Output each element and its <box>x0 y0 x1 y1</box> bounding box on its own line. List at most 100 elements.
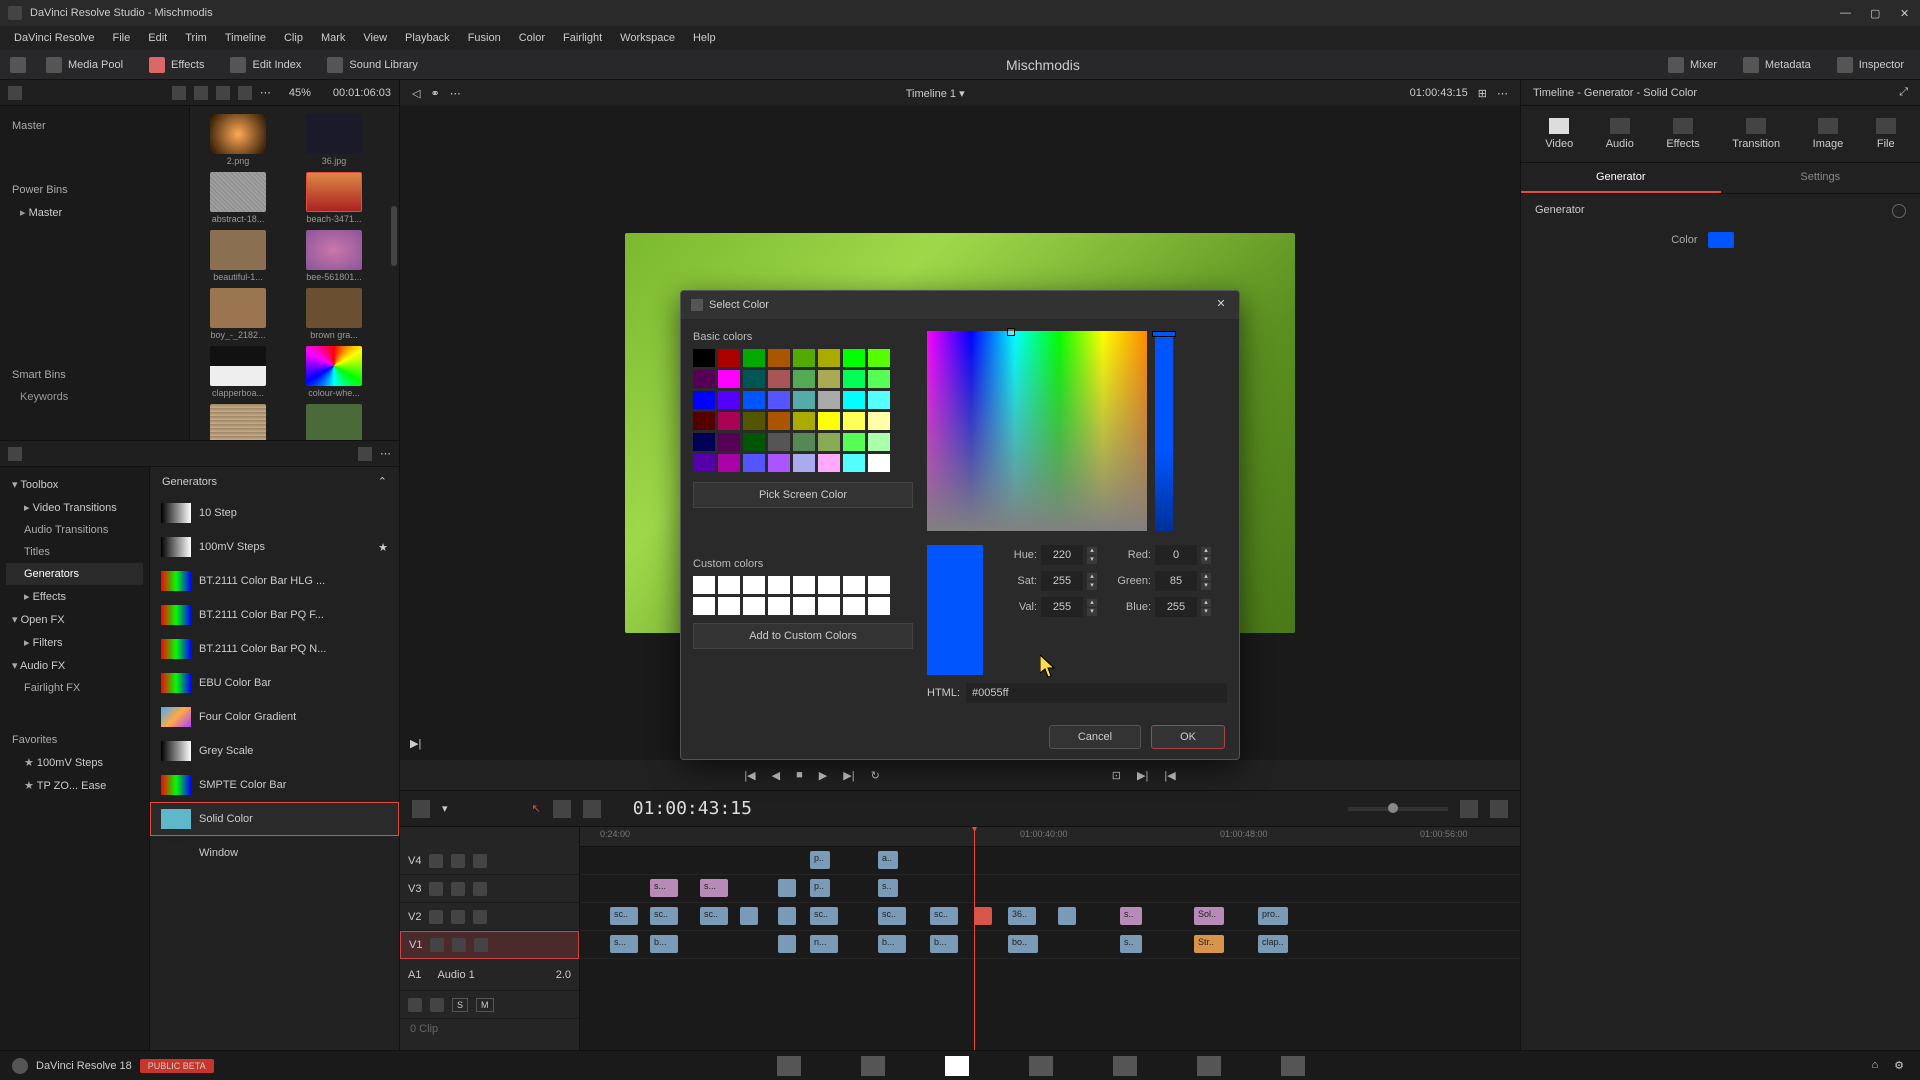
viewer-link-icon[interactable]: ⚭ <box>430 87 439 100</box>
custom-color-cell[interactable] <box>768 576 790 594</box>
fav-100mv[interactable]: ★ 100mV Steps <box>6 751 143 774</box>
metadata-button[interactable]: Metadata <box>1737 53 1817 77</box>
fx-filters[interactable]: ▸ Filters <box>6 631 143 654</box>
reset-icon[interactable] <box>1892 204 1906 218</box>
basic-color-cell[interactable] <box>793 454 815 472</box>
page-edit[interactable] <box>945 1056 969 1076</box>
gen-10step[interactable]: 10 Step <box>150 496 399 530</box>
gen-bt2111-hlg[interactable]: BT.2111 Color Bar HLG ... <box>150 564 399 598</box>
lock-icon[interactable] <box>429 910 443 924</box>
bin-view-icon[interactable] <box>8 86 22 100</box>
page-color[interactable] <box>1113 1056 1137 1076</box>
basic-color-cell[interactable] <box>768 349 790 367</box>
power-master-bin[interactable]: ▸ Master <box>8 202 181 223</box>
hue-slider[interactable] <box>1155 331 1173 531</box>
custom-color-cell[interactable] <box>743 597 765 615</box>
trim-tool-icon[interactable] <box>583 800 601 818</box>
basic-color-cell[interactable] <box>743 349 765 367</box>
visible-icon[interactable] <box>474 938 488 952</box>
gen-grey-scale[interactable]: Grey Scale <box>150 734 399 768</box>
gen-smpte[interactable]: SMPTE Color Bar <box>150 768 399 802</box>
menu-color[interactable]: Color <box>511 28 553 48</box>
basic-color-cell[interactable] <box>743 433 765 451</box>
expand-icon[interactable]: ⤢ <box>1899 86 1908 99</box>
list-view-icon[interactable] <box>194 86 208 100</box>
basic-color-cell[interactable] <box>818 433 840 451</box>
gen-ebu[interactable]: EBU Color Bar <box>150 666 399 700</box>
home-icon[interactable]: ⌂ <box>1871 1059 1878 1072</box>
sv-marker[interactable] <box>1007 328 1015 336</box>
lock-icon[interactable] <box>429 854 443 868</box>
prev-frame-icon[interactable]: ◀ <box>772 769 780 782</box>
viewer-options-icon[interactable]: ⋯ <box>450 87 461 100</box>
fx-titles[interactable]: Titles <box>6 541 143 563</box>
cancel-button[interactable]: Cancel <box>1049 725 1141 749</box>
basic-color-cell[interactable] <box>843 454 865 472</box>
sat-input[interactable] <box>1041 571 1083 591</box>
basic-color-cell[interactable] <box>693 370 715 388</box>
timeline-clip[interactable] <box>778 935 796 953</box>
custom-color-cell[interactable] <box>693 576 715 594</box>
blue-input[interactable] <box>1155 597 1197 617</box>
basic-color-cell[interactable] <box>768 433 790 451</box>
maximize-icon[interactable]: ▢ <box>1870 7 1882 19</box>
viewer-prev-icon[interactable]: ◁ <box>412 87 420 100</box>
track-a1[interactable]: A1Audio 12.0 <box>400 959 579 991</box>
timeline-clip[interactable]: Str.. <box>1194 935 1224 953</box>
basic-color-cell[interactable] <box>818 454 840 472</box>
zoom-level[interactable]: 45% <box>289 87 311 99</box>
timeline-clip[interactable] <box>740 907 758 925</box>
timeline-timecode[interactable]: 01:00:43:15 <box>633 798 752 819</box>
basic-color-cell[interactable] <box>793 370 815 388</box>
timeline-tracks[interactable]: 0:24:00 01:00:40:00 01:00:48:00 01:00:56… <box>580 827 1520 1050</box>
track-a1-controls[interactable]: SM <box>400 991 579 1019</box>
visible-icon[interactable] <box>473 854 487 868</box>
inspector-button[interactable]: Inspector <box>1831 53 1910 77</box>
blue-down[interactable]: ▾ <box>1201 608 1211 616</box>
sat-down[interactable]: ▾ <box>1087 582 1097 590</box>
timeline-clip[interactable]: s... <box>610 935 638 953</box>
val-input[interactable] <box>1041 597 1083 617</box>
basic-color-cell[interactable] <box>793 412 815 430</box>
clip-thumb[interactable]: colour-whe... <box>294 346 374 398</box>
custom-color-cell[interactable] <box>743 576 765 594</box>
page-media[interactable] <box>777 1056 801 1076</box>
timeline-clip[interactable]: b... <box>650 935 678 953</box>
visible-icon[interactable] <box>473 882 487 896</box>
scrollbar[interactable] <box>391 206 397 266</box>
basic-color-cell[interactable] <box>743 454 765 472</box>
menu-edit[interactable]: Edit <box>140 28 175 48</box>
basic-color-cell[interactable] <box>693 454 715 472</box>
menu-clip[interactable]: Clip <box>276 28 311 48</box>
clip-thumb[interactable]: bee-561801... <box>294 230 374 282</box>
pick-screen-color-button[interactable]: Pick Screen Color <box>693 482 913 508</box>
basic-color-cell[interactable] <box>768 370 790 388</box>
lock-icon[interactable] <box>429 882 443 896</box>
timeline-name[interactable]: Timeline 1 <box>906 88 956 100</box>
auto-select-icon[interactable] <box>452 938 466 952</box>
basic-color-cell[interactable] <box>868 349 890 367</box>
timeline-clip[interactable]: clap.. <box>1258 935 1288 953</box>
basic-color-cell[interactable] <box>693 391 715 409</box>
close-icon[interactable]: ✕ <box>1900 7 1912 19</box>
basic-color-cell[interactable] <box>718 412 740 430</box>
color-swatch[interactable] <box>1708 232 1734 248</box>
html-input[interactable] <box>966 683 1227 703</box>
keywords-bin[interactable]: Keywords <box>8 387 181 407</box>
basic-color-cell[interactable] <box>843 412 865 430</box>
subtab-generator[interactable]: Generator <box>1521 163 1721 193</box>
custom-color-cell[interactable] <box>843 576 865 594</box>
arrow-tool-icon[interactable]: ↖ <box>532 802 541 815</box>
next-frame-icon[interactable]: ▶| <box>843 769 854 782</box>
red-down[interactable]: ▾ <box>1201 556 1211 564</box>
volume-icon[interactable] <box>1460 800 1478 818</box>
menu-mark[interactable]: Mark <box>313 28 353 48</box>
page-fusion[interactable] <box>1029 1056 1053 1076</box>
clip-thumb[interactable]: beach-3471... <box>294 172 374 224</box>
gen-100mv[interactable]: 100mV Steps★ <box>150 530 399 564</box>
layout-icon[interactable] <box>10 57 26 73</box>
timeline-clip[interactable]: Sol.. <box>1194 907 1224 925</box>
custom-color-cell[interactable] <box>868 576 890 594</box>
red-up[interactable]: ▴ <box>1201 547 1211 555</box>
edit-index-button[interactable]: Edit Index <box>224 53 307 77</box>
